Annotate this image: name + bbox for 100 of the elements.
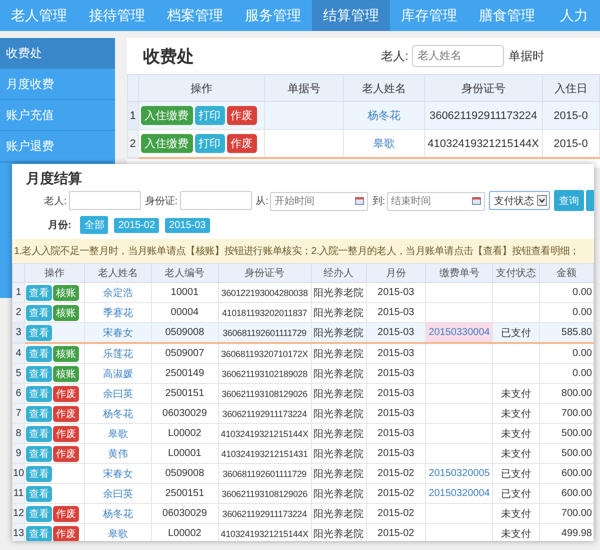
check-in-pay-button[interactable]: 入住缴费 [140, 106, 193, 125]
row-number: 13 [12, 524, 25, 541]
void-button[interactable]: 作废 [53, 446, 80, 462]
nav-tab[interactable]: 服务管理 [234, 0, 312, 31]
view-button[interactable]: 查看 [26, 284, 52, 300]
table-cell: 阳光养老院 [311, 444, 366, 464]
table-cell: 2500149 [151, 364, 218, 384]
amount: 500.00 [561, 428, 592, 439]
table-cell: 2015-03 [366, 322, 426, 343]
dialog-title: 月度结算 [25, 169, 83, 188]
elder-name-link[interactable]: 杨冬花 [368, 110, 401, 122]
view-button[interactable]: 查看 [26, 466, 52, 482]
month-filter-button[interactable]: 2015-03 [165, 218, 210, 232]
sidebar-item[interactable]: 账户充值 [0, 100, 115, 131]
table-cell: 阳光养老院 [311, 464, 366, 484]
payment-status: 未支付 [501, 508, 532, 520]
row-number: 6 [12, 384, 25, 404]
verify-button[interactable]: 核账 [53, 304, 80, 320]
view-button[interactable]: 查看 [26, 506, 52, 522]
table-cell: 2015-03 [366, 343, 426, 364]
table-cell: 阳光养老院 [311, 364, 366, 384]
verify-button[interactable]: 核账 [53, 346, 80, 362]
table-cell: 360621192911173224 [424, 102, 542, 130]
month-label: 月份: [48, 218, 72, 232]
void-button[interactable]: 作废 [226, 106, 257, 125]
row-number: 7 [12, 404, 25, 424]
amount: 600.00 [561, 468, 592, 479]
table-cell: 阳光养老院 [311, 484, 366, 504]
id-field[interactable] [180, 191, 252, 210]
void-button[interactable]: 作废 [226, 134, 257, 153]
elder-name-field[interactable]: 老人姓名 [412, 45, 504, 67]
print-button[interactable]: 打印 [194, 106, 225, 125]
amount: 700.00 [561, 408, 592, 419]
nav-tab[interactable]: 档案管理 [156, 0, 234, 31]
table-cell: 10001 [151, 282, 218, 302]
month-filter-button[interactable]: 2015-02 [114, 218, 160, 232]
column-header: 缴费单号 [426, 264, 493, 282]
verify-button[interactable]: 核账 [53, 366, 80, 382]
table-cell: 2015-02 [366, 464, 426, 484]
column-header: 金额 [540, 264, 594, 282]
elder-field[interactable] [68, 191, 141, 210]
query-button[interactable]: 查询 [554, 190, 584, 211]
view-button[interactable]: 查看 [26, 304, 52, 320]
nav-tab[interactable]: 老人管理 [0, 0, 78, 31]
sidebar-item[interactable]: 月度收费 [0, 69, 115, 100]
void-button[interactable]: 作废 [53, 386, 80, 402]
elder-name-link[interactable]: 皋歌 [108, 428, 128, 440]
view-button[interactable]: 查看 [26, 446, 52, 462]
print-button[interactable]: 打印 [194, 134, 225, 153]
view-button[interactable]: 查看 [26, 366, 52, 382]
table-cell: 41032419321215144X [218, 424, 312, 444]
sidebar-item[interactable]: 收费处 [0, 38, 115, 69]
row-number: 12 [12, 504, 25, 524]
nav-tab[interactable]: 接待管理 [78, 0, 156, 31]
row-number: 11 [12, 484, 25, 504]
table-cell: 0509008 [151, 322, 218, 343]
table-cell: 2015-03 [366, 424, 426, 444]
view-button[interactable]: 查看 [26, 526, 52, 541]
table-cell: 阳光养老院 [311, 384, 366, 404]
void-button[interactable]: 作废 [53, 506, 80, 522]
table-cell: 06030029 [151, 404, 218, 424]
table-cell: L00001 [151, 444, 218, 464]
view-button[interactable]: 查看 [26, 386, 52, 402]
payment-status-select[interactable]: 支付状态 [489, 191, 550, 210]
elder-name-link[interactable]: 皋歌 [108, 528, 128, 540]
table-cell: 阳光养老院 [311, 524, 366, 541]
nav-tab[interactable]: 膳食管理 [468, 0, 546, 31]
row-number: 2 [128, 130, 138, 158]
start-date-field[interactable]: 开始时间 [270, 192, 368, 211]
table-cell: 阳光养老院 [311, 282, 366, 302]
sidebar-item[interactable]: 账户退费 [0, 131, 115, 162]
void-button[interactable]: 作废 [53, 526, 80, 541]
month-filter-button[interactable]: 全部 [80, 216, 108, 234]
table-cell: 0509008 [151, 464, 218, 484]
elder-name-link[interactable]: 黄伟 [108, 448, 128, 460]
elder-label: 老人: [381, 48, 408, 64]
elder-name-link[interactable]: 皋歌 [373, 138, 396, 150]
nav-tab[interactable]: 人力 [546, 0, 588, 31]
caret-icon [537, 195, 548, 206]
void-button[interactable]: 作废 [53, 426, 80, 442]
view-button[interactable]: 查看 [26, 406, 52, 422]
end-date-field[interactable]: 结束时间 [387, 192, 486, 211]
amount: 600.00 [561, 488, 592, 499]
table-cell: 2015-02 [366, 504, 426, 524]
payment-status: 未支付 [501, 428, 532, 440]
row-number: 1 [12, 282, 25, 302]
nav-tab[interactable]: 结算管理 [312, 0, 390, 31]
table-cell: 41032419321215144X [218, 524, 312, 541]
nav-tab[interactable]: 库存管理 [390, 0, 468, 31]
verify-button[interactable]: 核账 [53, 284, 80, 300]
view-button[interactable]: 查看 [26, 486, 52, 502]
table-cell: L00002 [151, 424, 218, 444]
view-button[interactable]: 查看 [26, 426, 52, 442]
table-cell: 阳光养老院 [311, 404, 366, 424]
check-in-pay-button[interactable]: 入住缴费 [140, 134, 193, 153]
view-button[interactable]: 查看 [26, 324, 52, 340]
void-button[interactable]: 作废 [53, 406, 80, 422]
elder-label: 老人: [44, 194, 67, 208]
view-button[interactable]: 查看 [26, 346, 52, 362]
table-cell: 0509007 [151, 343, 218, 364]
